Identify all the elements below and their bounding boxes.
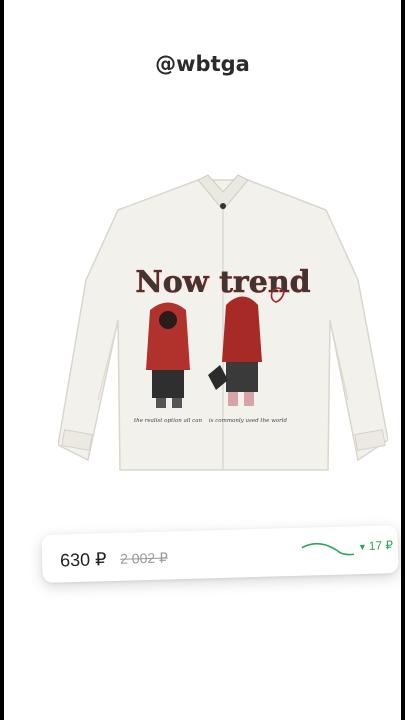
video-frame: @wbtga Now trend the realist option all … [4, 0, 401, 720]
account-handle: @wbtga [155, 52, 250, 76]
price-trend-icon [301, 542, 355, 556]
print-title: Now trend [135, 265, 310, 300]
price-change: ▼ 17 ₽ [358, 538, 394, 553]
shirt-image: Now trend the realist option all can is … [58, 174, 388, 471]
price-card: 630 ₽ 2 002 ₽ ▼ 17 ₽ [41, 525, 399, 583]
old-price: 2 002 ₽ [119, 549, 169, 567]
caption-right: is commonly used the world [209, 418, 288, 424]
price-change-value: 17 ₽ [368, 538, 394, 553]
current-price: 630 ₽ [59, 549, 107, 571]
caption-left: the realist option all can [134, 418, 203, 424]
down-arrow-icon: ▼ [357, 541, 367, 553]
